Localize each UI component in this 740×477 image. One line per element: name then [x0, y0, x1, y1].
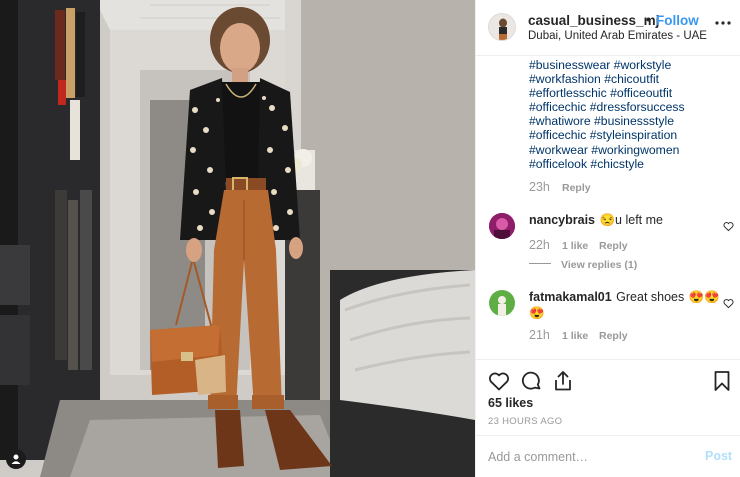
hashtag-line[interactable]: #officechic #styleinspiration [529, 128, 729, 142]
likes-count[interactable]: 65 likes [488, 396, 533, 410]
avatar[interactable] [489, 290, 515, 316]
view-replies-button[interactable]: View replies (1) [561, 259, 637, 271]
avatar[interactable] [489, 213, 515, 239]
user-tag-icon [11, 454, 21, 464]
comment-username[interactable]: nancybrais [529, 213, 595, 227]
avatar-image [489, 14, 515, 40]
hashtag-line[interactable]: #businesswear #workstyle [529, 58, 729, 72]
post-timestamp[interactable]: 23 HOURS AGO [488, 416, 562, 427]
hashtag-line[interactable]: #whatiwore #businessstyle [529, 114, 729, 128]
comment-text: Great shoes [616, 290, 685, 304]
user-tag-button[interactable] [6, 449, 26, 469]
replies-divider [529, 263, 551, 264]
post-comment-button[interactable]: Post [705, 449, 732, 463]
bookmark-icon[interactable] [710, 369, 734, 393]
add-comment-bar: Post [476, 435, 740, 477]
caption-hashtags: #businesswear #workstyle #workfashion #c… [529, 58, 729, 171]
heart-icon[interactable] [723, 221, 734, 232]
share-icon[interactable] [551, 369, 575, 393]
hashtag-line[interactable]: #officelook #chicstyle [529, 157, 729, 171]
post-username[interactable]: casual_business_mj [528, 13, 659, 28]
comment-emoji: 😒 [599, 213, 616, 227]
comment-time[interactable]: 21h [529, 328, 550, 342]
comment-username[interactable]: fatmakamal01 [529, 290, 612, 304]
comment-time[interactable]: 22h [529, 238, 550, 252]
avatar[interactable] [488, 13, 516, 41]
caption-time[interactable]: 23h [529, 180, 550, 194]
comment-body: fatmakamal01 Great shoes 😍😍😍 [529, 289, 734, 321]
heart-icon[interactable] [723, 298, 734, 309]
more-icon[interactable] [714, 14, 732, 32]
outfit-photo-illustration [0, 0, 475, 477]
comment-likes[interactable]: 1 like [562, 330, 588, 342]
comment-likes[interactable]: 1 like [562, 240, 588, 252]
hashtag-line[interactable]: #workfashion #chicoutfit [529, 72, 729, 86]
caption-reply-button[interactable]: Reply [562, 182, 591, 194]
post-header: casual_business_mj • Follow Dubai, Unite… [476, 0, 740, 56]
separator-dot: • [646, 12, 651, 27]
comments-list[interactable]: #businesswear #workstyle #workfashion #c… [476, 56, 740, 359]
comment-reply-button[interactable]: Reply [599, 240, 628, 252]
post-panel: casual_business_mj • Follow Dubai, Unite… [475, 0, 740, 477]
post-location[interactable]: Dubai, United Arab Emirates - UAE [528, 30, 707, 42]
post-actions: 65 likes 23 HOURS AGO [476, 359, 740, 435]
hashtag-line[interactable]: #workwear #workingwomen [529, 143, 729, 157]
avatar-image [489, 213, 515, 239]
post-photo[interactable] [0, 0, 475, 477]
comment-icon[interactable] [519, 369, 543, 393]
hashtag-line[interactable]: #effortlesschic #officeoutfit [529, 86, 729, 100]
comment-body: nancybrais 😒u left me [529, 212, 734, 228]
comment-reply-button[interactable]: Reply [599, 330, 628, 342]
avatar-image [489, 290, 515, 316]
follow-button[interactable]: Follow [656, 13, 699, 28]
hashtag-line[interactable]: #officechic #dressforsuccess [529, 100, 729, 114]
add-comment-input[interactable] [488, 448, 688, 466]
comment-text: u left me [615, 213, 663, 227]
heart-icon[interactable] [487, 369, 511, 393]
